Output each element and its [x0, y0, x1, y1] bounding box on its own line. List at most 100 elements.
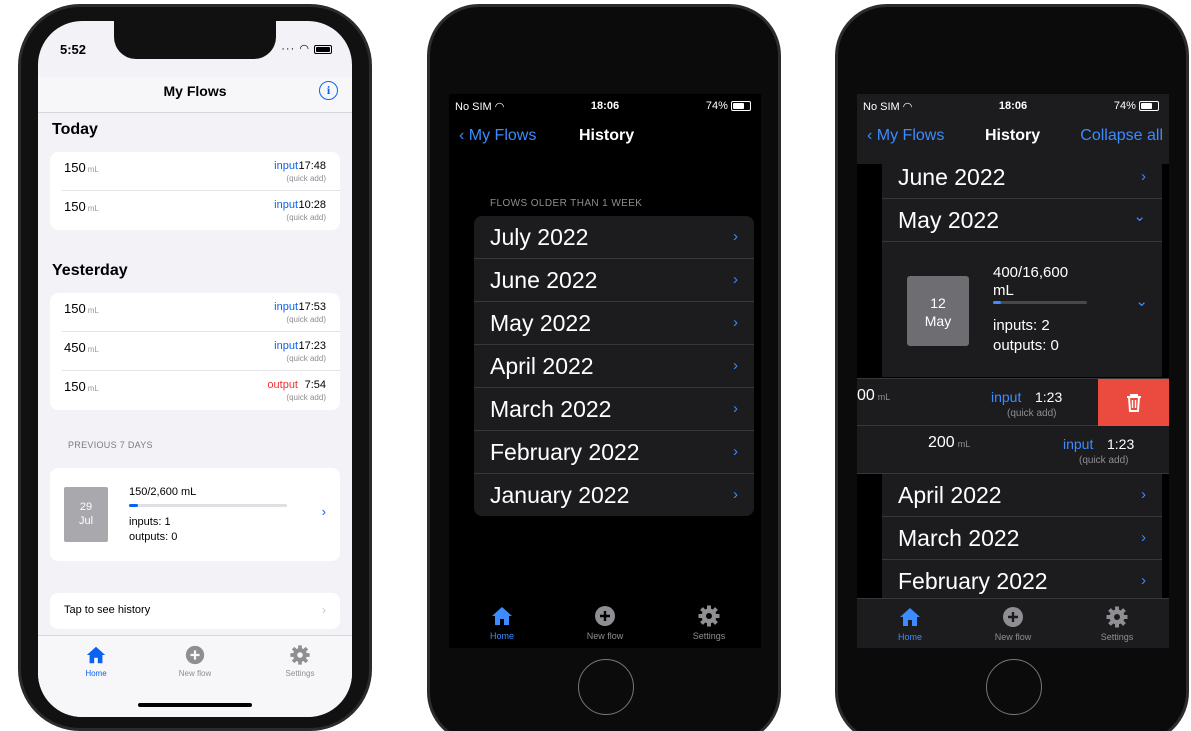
notch	[114, 21, 276, 59]
tab-settings[interactable]: Settings	[669, 604, 749, 641]
tab-label: Home	[897, 632, 922, 642]
flow-amount: 150 mL	[64, 160, 99, 175]
month-row[interactable]: July 2022 ›	[474, 216, 754, 259]
tab-home[interactable]: Home	[870, 605, 950, 642]
history-link[interactable]: Tap to see history ›	[50, 593, 340, 629]
month-row[interactable]: February 2022 ›	[474, 431, 754, 474]
status-bar: No SIM ◠ 18:06 74%	[857, 94, 1169, 114]
tab-settings[interactable]: Settings	[260, 644, 340, 678]
flow-row[interactable]: 200 mL input 1:23 (quick add)	[857, 426, 1169, 474]
gear-icon	[1106, 606, 1128, 628]
chevron-right-icon: ›	[733, 357, 738, 374]
month-label: March 2022	[490, 396, 612, 422]
tab-label: Settings	[1100, 632, 1134, 642]
month-row[interactable]: February 2022 ›	[882, 560, 1162, 603]
plus-circle-icon	[185, 645, 205, 665]
delete-button[interactable]	[1098, 379, 1169, 426]
tab-label: Home	[489, 631, 514, 641]
info-icon[interactable]: i	[319, 81, 338, 100]
page-title: History	[579, 127, 635, 144]
month-row[interactable]: May 2022 ›	[474, 302, 754, 345]
month-label: June 2022	[898, 164, 1006, 190]
month-list: July 2022 › June 2022 › May 2022 › April 20…	[474, 216, 754, 516]
day-summary-card[interactable]: 29 Jul 150/2,600 mL inputs: 1 outputs: 0…	[50, 468, 340, 561]
flow-amount: 200 mL	[928, 434, 971, 451]
today-card: 150 mL input 17:48 (quick add) 150 mL inpu…	[50, 152, 340, 230]
status-bar: No SIM ◠ 18:06 74%	[449, 94, 761, 114]
day-progress-bar	[129, 504, 287, 507]
month-row[interactable]: June 2022 ›	[474, 259, 754, 302]
chevron-right-icon: ›	[1141, 572, 1146, 589]
home-button[interactable]	[578, 659, 634, 715]
screen: 5:52 ··· ◠ My Flows i Today 150 mL input …	[38, 21, 352, 717]
flow-kind: output	[267, 379, 298, 391]
tab-home[interactable]: Home	[462, 604, 542, 641]
list-caption: FLOWS OLDER THAN 1 WEEK	[490, 198, 643, 209]
month-row-expanded[interactable]: May 2022 ⌄	[882, 199, 1162, 242]
flow-row[interactable]: 150 mL input 10:28 (quick add)	[62, 191, 340, 230]
status-time: 5:52	[60, 42, 87, 57]
battery-icon	[1139, 101, 1159, 112]
day-badge: 12 May	[907, 276, 969, 346]
tab-settings[interactable]: Settings	[1077, 605, 1157, 642]
chevron-right-icon: ›	[1141, 486, 1146, 503]
tab-bar: Home New flow Settings	[38, 635, 352, 717]
flow-row[interactable]: 150 mL input 17:48 (quick add)	[62, 152, 340, 191]
day-total: 150/2,600 mL	[129, 486, 197, 498]
day-number: 29	[79, 501, 93, 513]
flow-row[interactable]: 150 mL output 7:54 (quick add)	[62, 371, 340, 410]
flow-kind: input	[274, 340, 298, 352]
day-outputs: outputs: 0	[129, 531, 178, 543]
battery: 74%	[1114, 100, 1159, 112]
collapse-all-button[interactable]: Collapse all	[1080, 127, 1163, 145]
yesterday-card: 150 mL input 17:53 (quick add) 450 mL inpu…	[50, 293, 340, 410]
expanded-day[interactable]: 12 May 400/16,600 mL inputs: 2 outputs: …	[882, 242, 1162, 377]
month-row[interactable]: April 2022 ›	[882, 474, 1162, 517]
flow-note: (quick add)	[1007, 408, 1057, 419]
flow-row[interactable]: 450 mL input 17:23 (quick add)	[62, 332, 340, 371]
battery-icon	[314, 44, 332, 54]
day-outputs: outputs: 0	[993, 337, 1059, 354]
month-label: April 2022	[898, 482, 1002, 508]
flow-note: (quick add)	[286, 354, 326, 363]
tab-home[interactable]: Home	[56, 644, 136, 678]
screen: No SIM ◠ 18:06 74% ‹ My Flows History Co…	[857, 94, 1169, 648]
chevron-right-icon: ›	[1141, 168, 1146, 185]
screen: No SIM ◠ 18:06 74% ‹ My Flows History FL…	[449, 94, 761, 648]
back-button[interactable]: ‹ My Flows	[459, 127, 536, 145]
day-badge: 29 Jul	[64, 487, 108, 542]
month-row[interactable]: January 2022 ›	[474, 474, 754, 516]
flow-time: 10:28	[298, 199, 326, 211]
signal-icon: ···	[281, 43, 296, 55]
month-row[interactable]: March 2022 ›	[474, 388, 754, 431]
top-bar: No SIM ◠ 18:06 74% ‹ My Flows History Co…	[857, 94, 1169, 164]
flow-kind: input	[991, 389, 1022, 405]
swiped-flow-row[interactable]: 00 mL input 1:23 (quick add)	[857, 378, 1169, 426]
flow-time: 1:23	[1107, 436, 1135, 452]
tab-new-flow[interactable]: New flow	[973, 605, 1053, 642]
flow-kind: input	[274, 199, 298, 211]
flow-note: (quick add)	[286, 393, 326, 402]
flow-note: (quick add)	[286, 315, 326, 324]
day-month: Jul	[78, 515, 94, 527]
phone-history: No SIM ◠ 18:06 74% ‹ My Flows History FL…	[427, 4, 781, 731]
tab-new-flow[interactable]: New flow	[155, 644, 235, 678]
section-title-today: Today	[52, 121, 98, 138]
previous-days-caption: PREVIOUS 7 DAYS	[68, 440, 153, 450]
nav-bar: My Flows i	[38, 77, 352, 113]
day-month: May	[924, 313, 952, 329]
chevron-right-icon: ›	[733, 228, 738, 245]
gear-icon	[290, 645, 310, 665]
home-button[interactable]	[986, 659, 1042, 715]
back-button[interactable]: ‹ My Flows	[867, 127, 944, 145]
tab-label: New flow	[994, 632, 1032, 642]
month-label: February 2022	[490, 439, 640, 465]
tab-bar: Home New flow Settings	[449, 598, 761, 648]
chevron-right-icon: ›	[733, 486, 738, 503]
gear-icon	[698, 605, 720, 627]
tab-new-flow[interactable]: New flow	[565, 604, 645, 641]
month-row[interactable]: March 2022 ›	[882, 517, 1162, 560]
flow-row[interactable]: 150 mL input 17:53 (quick add)	[62, 293, 340, 332]
chevron-right-icon: ›	[733, 271, 738, 288]
month-row[interactable]: April 2022 ›	[474, 345, 754, 388]
